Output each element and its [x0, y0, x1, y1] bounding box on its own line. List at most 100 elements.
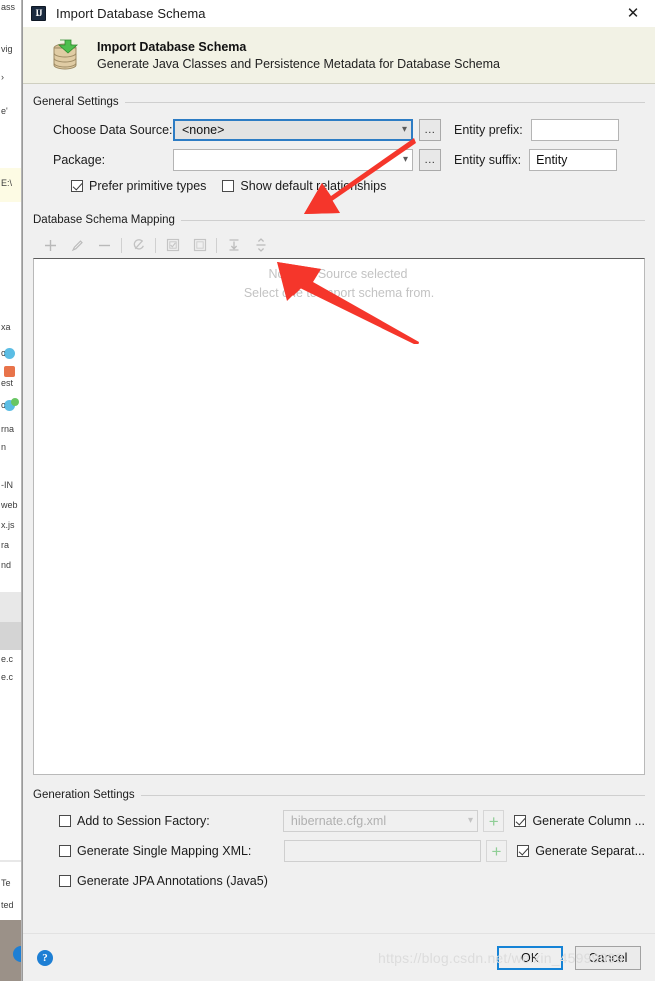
ide-text-line: c: [1, 348, 6, 358]
ide-run-icon: [11, 398, 19, 406]
schema-mapping-title: Database Schema Mapping: [33, 214, 175, 226]
generate-jpa-annotations-checkbox[interactable]: Generate JPA Annotations (Java5): [59, 874, 268, 888]
schema-mapping-group: Database Schema Mapping No Data Source s…: [33, 212, 645, 775]
checkbox-box: [59, 845, 71, 857]
session-factory-file-value: hibernate.cfg.xml: [290, 814, 387, 828]
remove-icon[interactable]: [91, 233, 118, 257]
generate-separate-label: Generate Separat...: [535, 844, 645, 858]
generation-settings-group: Generation Settings Add to Session Facto…: [33, 787, 645, 895]
chevron-down-icon: ▾: [467, 815, 473, 826]
session-factory-add-button[interactable]: +: [482, 810, 505, 832]
close-icon[interactable]: ✕: [611, 0, 655, 27]
generate-column-label: Generate Column ...: [532, 814, 645, 828]
ide-text-line: est: [1, 378, 14, 388]
entity-suffix-label: Entity suffix:: [454, 153, 522, 167]
package-combo[interactable]: ▾: [173, 149, 413, 171]
database-import-icon-svg: [53, 39, 79, 70]
dialog-title: Import Database Schema: [56, 5, 206, 21]
add-to-session-factory-checkbox[interactable]: Add to Session Factory:: [59, 814, 283, 828]
chevron-down-icon: ▾: [401, 124, 407, 135]
schema-mapping-toolbar: [33, 232, 645, 258]
ide-text-line: Te: [1, 878, 11, 888]
choose-data-source-value: <none>: [182, 123, 225, 137]
divider: [180, 219, 645, 221]
refresh-icon-svg: [133, 239, 144, 250]
collapse-all-icon-svg: [256, 238, 265, 252]
dialog-banner: Import Database Schema Generate Java Cla…: [23, 27, 655, 84]
single-mapping-xml-input[interactable]: [284, 840, 481, 862]
ide-text-line: ›: [1, 72, 4, 82]
single-mapping-xml-add-button[interactable]: +: [485, 840, 508, 862]
generate-jpa-annotations-label: Generate JPA Annotations (Java5): [77, 874, 268, 888]
chevron-down-icon: ▾: [402, 154, 408, 165]
divider: [140, 794, 645, 796]
ide-text-line: c: [1, 400, 6, 410]
jpa-annotations-row: Generate JPA Annotations (Java5): [33, 867, 645, 895]
session-factory-file-combo[interactable]: hibernate.cfg.xml ▾: [282, 810, 478, 832]
deselect-all-icon[interactable]: [186, 233, 213, 257]
ide-text-line: ass: [1, 2, 16, 12]
empty-line-2: Select one to import schema from.: [243, 286, 435, 300]
ide-text-line: ra: [1, 540, 10, 550]
checkbox-box: [517, 845, 530, 857]
expand-all-icon[interactable]: [220, 233, 247, 257]
help-icon[interactable]: ?: [37, 949, 53, 966]
add-to-session-factory-label: Add to Session Factory:: [77, 814, 210, 828]
ide-text-line: ted: [1, 900, 14, 910]
ide-text-line: rna: [1, 424, 15, 434]
deselect-all-icon-svg: [193, 238, 206, 252]
select-all-icon[interactable]: [159, 233, 186, 257]
entity-prefix-input[interactable]: [530, 119, 619, 141]
package-row: Package: ▾ ... Entity suffix: Entity: [33, 146, 645, 174]
ide-text-line: nd: [1, 560, 12, 570]
show-default-relationships-checkbox[interactable]: Show default relationships: [222, 179, 386, 193]
checkbox-box: [222, 180, 235, 192]
expand-all-icon-svg: [229, 239, 238, 251]
generate-single-mapping-xml-checkbox[interactable]: Generate Single Mapping XML:: [59, 844, 284, 858]
select-all-icon-svg: [166, 238, 179, 252]
intellij-idea-icon-glyph: IJ: [35, 7, 42, 18]
ide-selected-band: [0, 622, 22, 650]
prefer-primitive-types-label: Prefer primitive types: [89, 179, 207, 193]
schema-mapping-header: Database Schema Mapping: [33, 212, 645, 228]
single-mapping-xml-row: Generate Single Mapping XML: + Generate …: [33, 837, 645, 865]
entity-suffix-input[interactable]: Entity: [529, 149, 618, 171]
package-browse-button[interactable]: ...: [419, 149, 441, 171]
ide-text-line: xa: [1, 322, 11, 332]
ide-text-line: x.js: [1, 520, 15, 530]
data-source-browse-button[interactable]: ...: [419, 119, 441, 141]
schema-mapping-panel[interactable]: No Data Source selected Select one to im…: [33, 258, 645, 775]
remove-icon-svg: [99, 244, 110, 246]
edit-pencil-icon[interactable]: [64, 233, 91, 257]
generate-separate-checkbox[interactable]: Generate Separat...: [517, 844, 645, 858]
checkbox-box: [59, 875, 71, 887]
ide-text-line: e.c: [1, 654, 14, 664]
import-database-schema-dialog: IJ Import Database Schema ✕ Import Datab…: [22, 0, 655, 981]
generate-single-mapping-xml-label: Generate Single Mapping XML:: [77, 844, 252, 858]
generate-column-checkbox[interactable]: Generate Column ...: [514, 814, 645, 828]
ide-text-line: -IN: [1, 480, 13, 490]
ide-band: [0, 592, 22, 622]
choose-data-source-label: Choose Data Source:: [53, 123, 173, 137]
ide-band: [0, 860, 22, 862]
ide-text-line: vig: [1, 44, 13, 54]
generation-settings-header: Generation Settings: [33, 787, 645, 803]
refresh-icon[interactable]: [125, 233, 152, 257]
checkbox-box: [514, 815, 527, 827]
collapse-all-icon[interactable]: [247, 233, 274, 257]
add-icon[interactable]: [37, 233, 64, 257]
ide-text-line: e.c: [1, 672, 14, 682]
banner-subtitle: Generate Java Classes and Persistence Me…: [97, 56, 500, 71]
ide-text-line: web: [1, 500, 18, 510]
banner-title: Import Database Schema: [97, 39, 247, 54]
ide-text-line: e': [1, 106, 8, 116]
generation-settings-title: Generation Settings: [33, 789, 135, 801]
add-icon-svg: [45, 239, 56, 251]
dialog-titlebar: IJ Import Database Schema ✕: [23, 0, 655, 27]
background-ide-strip: ass vig › e' E:\ xa c est c rna n -IN web x.js ra nd e.c…: [0, 0, 22, 981]
prefer-primitive-types-checkbox[interactable]: Prefer primitive types: [71, 179, 206, 193]
edit-pencil-icon-svg: [71, 239, 83, 251]
choose-data-source-combo[interactable]: <none> ▾: [173, 119, 413, 141]
intellij-idea-icon: IJ: [31, 5, 46, 21]
session-factory-row: Add to Session Factory: hibernate.cfg.xm…: [33, 807, 645, 835]
